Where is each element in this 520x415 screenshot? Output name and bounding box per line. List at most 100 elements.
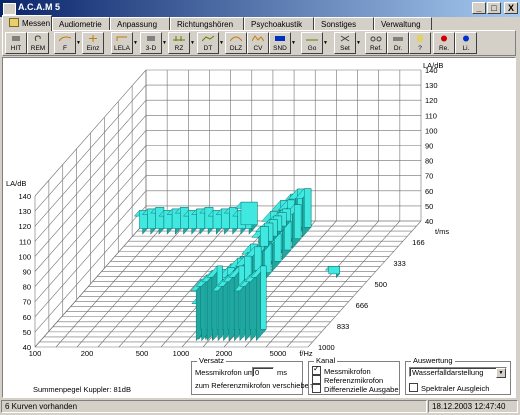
right-ear-button[interactable]: Re.	[433, 32, 455, 54]
print-button[interactable]: Dr.	[387, 32, 409, 54]
z-axis-label: LA/dB	[6, 179, 26, 188]
tab-anpassung[interactable]: Anpassung	[110, 17, 170, 31]
hit-icon	[12, 36, 20, 41]
snd-button[interactable]: SND	[269, 32, 291, 54]
minimize-button[interactable]: _	[472, 2, 486, 14]
frequency-curve-icon	[59, 36, 71, 42]
z-tick-label: 140	[18, 192, 31, 201]
back-z-tick-label: 130	[425, 81, 438, 90]
floor-gridline	[76, 220, 189, 348]
room-icon	[173, 36, 185, 41]
bar-front	[328, 266, 340, 275]
sum-level-text: Summenpegel Kuppler: 81dB	[33, 385, 131, 394]
back-z-tick-label: 60	[425, 187, 433, 196]
sound-icon	[275, 36, 285, 41]
red-ear-icon	[441, 35, 447, 42]
checkbox-box	[409, 383, 418, 392]
x-tick-label: 200	[81, 349, 94, 358]
checkbox-box	[312, 375, 321, 384]
rz-button[interactable]: RZ	[168, 32, 190, 54]
left-ear-button[interactable]: Li.	[455, 32, 477, 54]
bar-front	[260, 265, 267, 330]
bar-front	[155, 207, 165, 229]
help-button[interactable]: ?	[409, 32, 431, 54]
hit-button[interactable]: HIT	[5, 32, 27, 54]
rem-button[interactable]: REM	[27, 32, 49, 54]
printer-icon	[393, 37, 403, 41]
z-tick-label: 80	[23, 283, 31, 292]
checkbox-box	[312, 384, 321, 393]
bar-front	[229, 207, 238, 229]
tab-sonstiges[interactable]: Sonstiges	[314, 17, 374, 31]
x-tick-label: f/Hz	[299, 349, 313, 358]
tab-messen[interactable]: Messen	[2, 15, 52, 31]
checkbox-box	[312, 364, 321, 375]
versatz-unit: ms	[277, 368, 287, 377]
rz-dropdown[interactable]	[190, 32, 196, 54]
back-z-axis-label: LA/dB	[423, 61, 443, 70]
snd-dropdown[interactable]	[291, 32, 297, 54]
x-tick-label: 100	[29, 349, 42, 358]
t-tick-label: 333	[393, 259, 406, 268]
crosshair-icon	[89, 35, 97, 42]
dlz-button[interactable]: DLZ	[225, 32, 247, 54]
level-icon	[116, 36, 127, 41]
back-z-tick-label: 50	[425, 202, 433, 211]
t-tick-label: 833	[337, 322, 350, 331]
versatz-suffix: zum Referenzmikrofon verschieben.	[195, 381, 316, 390]
back-z-tick-label: 110	[425, 111, 437, 120]
floor-gridline	[55, 220, 168, 348]
x-tick-label: 1000	[173, 349, 190, 358]
z-tick-label: 60	[23, 313, 31, 322]
z-tick-label: 120	[18, 222, 31, 231]
glasses-icon	[370, 36, 382, 42]
ref-button[interactable]: Ref.	[365, 32, 387, 54]
blue-ear-icon	[463, 35, 469, 42]
tab-audiometrie[interactable]: Audiometrie	[52, 17, 110, 31]
z-tick-label: 70	[23, 298, 31, 307]
3d-button[interactable]: 3-D	[140, 32, 162, 54]
f-button[interactable]: F	[54, 32, 76, 54]
einz-button[interactable]: Einz	[82, 32, 104, 54]
status-datetime: 18.12.2003 12:47:40	[428, 400, 518, 413]
bar-front	[240, 201, 258, 225]
lela-button[interactable]: LELA	[111, 32, 133, 54]
floor-gridline	[97, 220, 210, 348]
versatz-group: Versatz Messmikrofon um: 0 ms zum Refere…	[191, 356, 315, 395]
3d-icon	[147, 36, 155, 41]
go-button[interactable]: Go	[301, 32, 323, 54]
bar-front	[180, 207, 189, 229]
dt-button[interactable]: DT	[197, 32, 219, 54]
spectral-checkbox[interactable]: Spektraler Ausgleich	[409, 383, 489, 393]
go-dropdown[interactable]	[323, 32, 329, 54]
close-button[interactable]: X	[504, 2, 518, 14]
toolbar: HIT REM F Einz LELA 3-D RZ DT DLZ CV SND…	[2, 30, 516, 56]
bar-front	[260, 226, 269, 247]
lela-dropdown[interactable]	[133, 32, 139, 54]
ear-icon	[34, 35, 41, 42]
offset-input[interactable]: 0	[252, 367, 274, 377]
maximize-button[interactable]: □	[487, 2, 501, 14]
kanal-group: Kanal Messmikrofon Referenzmikrofon Diff…	[308, 356, 400, 395]
auswertung-select[interactable]: Wasserfalldarstellung ▼	[409, 367, 507, 378]
dlz-icon	[230, 36, 242, 42]
t-tick-label: 1000	[318, 343, 335, 352]
bar-front	[294, 204, 302, 239]
back-z-tick-label: 70	[425, 172, 433, 181]
z-tick-label: 90	[23, 268, 31, 277]
set-dropdown[interactable]	[356, 32, 362, 54]
tab-richtungshoeren[interactable]: Richtungshören	[170, 17, 244, 31]
go-icon	[306, 39, 318, 41]
z-tick-label: 130	[18, 207, 31, 216]
set-button[interactable]: Set	[334, 32, 356, 54]
t-tick-label: 666	[356, 301, 369, 310]
back-z-tick-label: 80	[425, 157, 433, 166]
differenzielle-checkbox[interactable]: Differenzielle Ausgabe	[312, 384, 399, 394]
z-tick-label: 110	[19, 237, 31, 246]
tools-icon	[340, 35, 350, 42]
tab-psychoakustik[interactable]: Psychoakustik	[244, 17, 314, 31]
x-tick-label: 500	[136, 349, 149, 358]
cv-button[interactable]: CV	[247, 32, 269, 54]
tab-verwaltung[interactable]: Verwaltung	[374, 17, 432, 31]
cv-icon	[252, 35, 264, 42]
